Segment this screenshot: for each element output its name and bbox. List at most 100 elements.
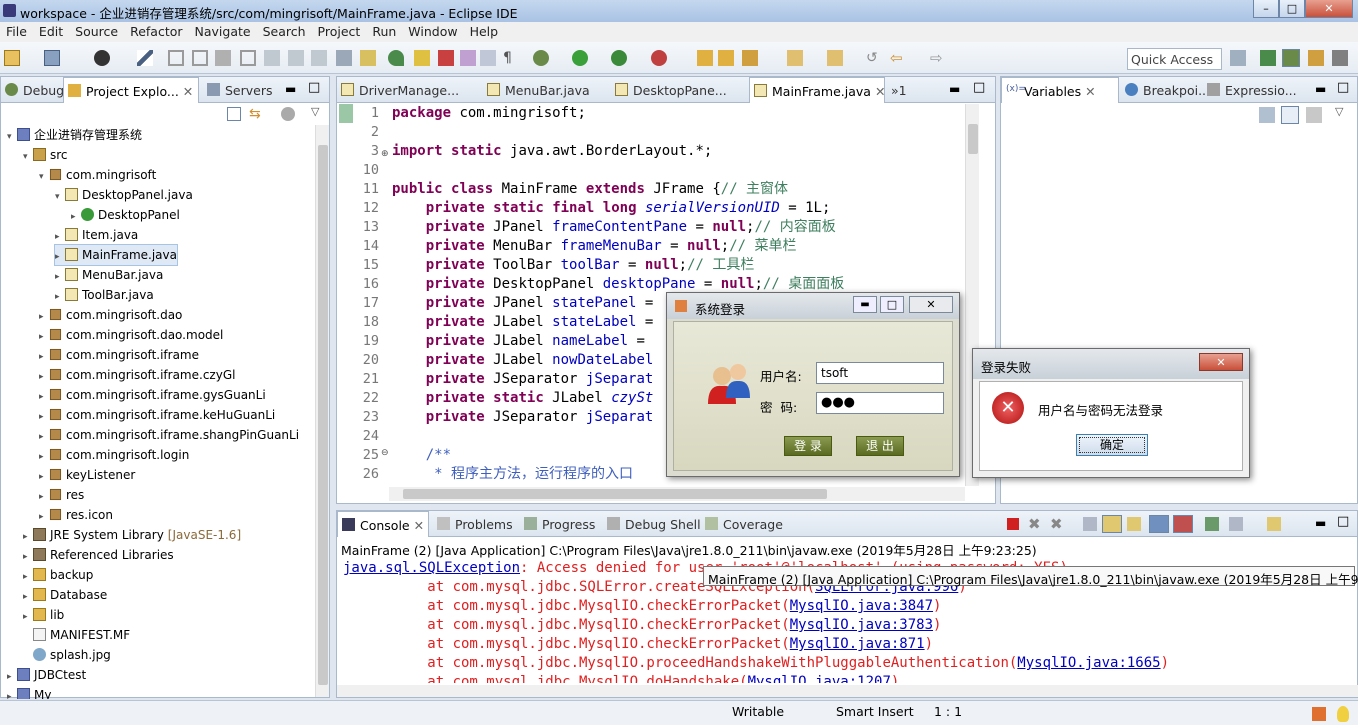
code-line[interactable]: private static JLabel czySt (392, 389, 654, 408)
collapsed-arrow-icon[interactable]: ▸ (39, 407, 49, 427)
remove-all-launches-icon[interactable]: ✖ (1050, 515, 1063, 533)
collapsed-arrow-icon[interactable]: ▸ (39, 307, 49, 327)
use-step-filters-icon[interactable] (360, 50, 376, 66)
tree-item[interactable]: ▸ lib (23, 605, 64, 625)
code-line[interactable]: private ToolBar toolBar = null;// 工具栏 (392, 256, 755, 275)
external-tools-icon[interactable] (651, 50, 667, 66)
login-button[interactable]: 登 录 (784, 436, 832, 456)
drop-to-frame-icon[interactable] (336, 50, 352, 66)
tree-item[interactable]: ▸ com.mingrisoft.iframe.shangPinGuanLi (39, 425, 299, 445)
close-tab-icon[interactable]: ✕ (875, 84, 885, 99)
code-line[interactable]: private JLabel stateLabel = (392, 313, 654, 332)
username-field[interactable]: tsoft (816, 362, 944, 384)
debug-perspective-icon[interactable] (1282, 49, 1300, 67)
close-tab-icon[interactable]: ✕ (183, 84, 193, 99)
stack-trace-link[interactable]: MysqlIO.java:1207 (748, 674, 891, 683)
pilcrow-icon[interactable]: ¶ (503, 50, 519, 66)
collapsed-arrow-icon[interactable]: ▸ (55, 247, 65, 267)
ok-button[interactable]: 确定 (1076, 434, 1148, 456)
tab-mainframe[interactable]: MainFrame.java ✕ (749, 77, 885, 103)
tab-menubar[interactable]: MenuBar.java (483, 77, 609, 103)
debug-icon[interactable] (533, 50, 549, 66)
close-button[interactable]: ✕ (909, 296, 953, 313)
last-edit-icon[interactable]: ↺ (866, 50, 882, 66)
close-tab-icon[interactable]: ✕ (1085, 84, 1095, 99)
more-tabs[interactable]: »1 (887, 77, 911, 103)
scroll-thumb[interactable] (403, 489, 827, 499)
tree-item[interactable]: ▸ Database (23, 585, 107, 605)
open-folder-icon[interactable] (718, 50, 734, 66)
minimize-button[interactable]: ▬ (853, 296, 877, 313)
previous-annotation-icon[interactable] (827, 50, 843, 66)
menu-file[interactable]: File (0, 22, 33, 39)
menu-edit[interactable]: Edit (33, 22, 69, 39)
remove-launch-icon[interactable]: ✖ (1028, 515, 1041, 533)
pin-icon[interactable] (388, 50, 404, 66)
resume-icon[interactable] (168, 50, 184, 66)
maximize-view-icon[interactable]: □ (308, 80, 320, 95)
tree-item[interactable]: ▸ MenuBar.java (55, 265, 163, 285)
back-icon[interactable]: ⇦ (890, 50, 906, 66)
stack-trace-link[interactable]: MysqlIO.java:1665 (1017, 655, 1160, 671)
suspend-icon[interactable] (192, 50, 208, 66)
maximize-button[interactable]: □ (1279, 0, 1305, 18)
code-line[interactable]: private JSeparator jSeparat (392, 408, 654, 427)
forward-icon[interactable]: ⇨ (930, 50, 946, 66)
tree-item[interactable]: ▸ JDBCtest (7, 665, 86, 685)
collapse-all-icon[interactable] (227, 107, 241, 121)
collapsed-arrow-icon[interactable]: ▸ (39, 367, 49, 387)
tree-item[interactable]: ▸ com.mingrisoft.dao (39, 305, 182, 325)
git-perspective-icon[interactable] (1332, 50, 1348, 66)
scroll-thumb[interactable] (318, 145, 328, 685)
collapsed-arrow-icon[interactable]: ▸ (23, 607, 33, 627)
open-perspective-icon[interactable] (1230, 50, 1246, 66)
step-over-icon[interactable] (288, 50, 304, 66)
expanded-arrow-icon[interactable]: ▾ (55, 187, 65, 207)
expanded-arrow-icon[interactable]: ▾ (39, 167, 49, 187)
stack-trace-link[interactable]: MysqlIO.java:3847 (790, 598, 933, 614)
save-icon[interactable] (44, 50, 60, 66)
tab-breakpoints[interactable]: Breakpoi... (1121, 77, 1214, 103)
tree-item[interactable]: ▸ com.mingrisoft.login (39, 445, 189, 465)
close-button[interactable]: ✕ (1199, 353, 1243, 371)
tree-item[interactable]: ▸ com.mingrisoft.iframe (39, 345, 199, 365)
collapsed-arrow-icon[interactable]: ▸ (55, 227, 65, 247)
scroll-lock-icon[interactable] (1102, 515, 1122, 533)
brush-icon[interactable] (742, 50, 758, 66)
tab-coverage[interactable]: Coverage (701, 511, 787, 537)
tree-item[interactable]: ▸ com.mingrisoft.iframe.czyGl (39, 365, 235, 385)
tab-desktoppanel[interactable]: DesktopPane... (611, 77, 745, 103)
view-menu-icon[interactable] (1306, 107, 1322, 123)
minimize-view-icon[interactable]: ▬ (285, 82, 296, 96)
tab-variables[interactable]: (x)= Variables ✕ (1001, 77, 1119, 103)
chevron-down-icon[interactable]: ▽ (1335, 105, 1343, 118)
tree-item[interactable]: ▸ My (7, 685, 51, 699)
tab-expressions[interactable]: Expressio... (1203, 77, 1301, 103)
tree-item[interactable]: ▸ ToolBar.java (55, 285, 154, 305)
collapsed-arrow-icon[interactable]: ▸ (7, 687, 17, 699)
coverage-icon[interactable] (611, 50, 627, 66)
code-line[interactable]: private JLabel nowDateLabel (392, 351, 654, 370)
collapsed-arrow-icon[interactable]: ▸ (39, 507, 49, 527)
tree-item[interactable]: ▸ Referenced Libraries (23, 545, 174, 565)
tree-item[interactable]: splash.jpg (23, 645, 111, 665)
next-annotation-icon[interactable] (787, 50, 803, 66)
minimize-view-icon[interactable]: ▬ (1315, 82, 1326, 96)
menu-run[interactable]: Run (366, 22, 402, 39)
collapsed-arrow-icon[interactable]: ▸ (23, 587, 33, 607)
tree-item[interactable]: ▸ res.icon (39, 505, 113, 525)
show-type-names-icon[interactable] (1259, 107, 1275, 123)
code-line[interactable]: private JPanel statePanel = (392, 294, 654, 313)
tree-item[interactable]: ▸ com.mingrisoft.iframe.keHuGuanLi (39, 405, 275, 425)
collapsed-arrow-icon[interactable]: ▸ (39, 327, 49, 347)
maximize-view-icon[interactable]: □ (1337, 80, 1349, 95)
code-line[interactable]: private JPanel frameContentPane = null;/… (392, 218, 836, 237)
tab-project-explorer[interactable]: Project Explo... ✕ (63, 77, 199, 103)
maximize-editor-icon[interactable]: □ (973, 80, 985, 95)
scroll-thumb[interactable] (968, 124, 978, 154)
pin-console-icon[interactable] (1205, 517, 1219, 531)
tip-lightbulb-icon[interactable] (1337, 706, 1349, 722)
collapsed-arrow-icon[interactable]: ▸ (55, 267, 65, 287)
collapsed-arrow-icon[interactable]: ▸ (23, 527, 33, 547)
tree-item[interactable]: ▸ com.mingrisoft.dao.model (39, 325, 223, 345)
